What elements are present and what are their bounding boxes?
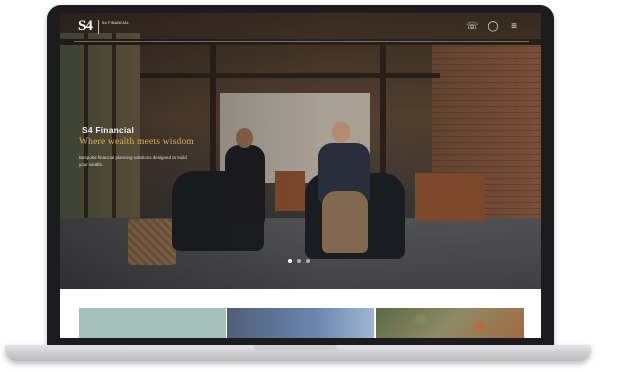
- laptop-notch: [253, 345, 337, 351]
- carousel-dot[interactable]: [288, 259, 292, 263]
- logo-subtitle: S4 FINANCIAL: [102, 21, 130, 25]
- feature-card[interactable]: [227, 308, 374, 338]
- hero-banner: S4 S4 FINANCIAL ☏ ◯ ≡ S4 Financial Where…: [60, 13, 541, 289]
- menu-icon[interactable]: ≡: [508, 21, 520, 33]
- logo-divider: [98, 20, 99, 34]
- phone-icon[interactable]: ☏: [466, 21, 479, 33]
- feature-card[interactable]: [79, 308, 226, 338]
- header-divider: [74, 41, 529, 42]
- hero-overlay: [60, 13, 541, 289]
- carousel-dot[interactable]: [297, 259, 301, 263]
- carousel-dot[interactable]: [306, 259, 310, 263]
- website-screen: S4 S4 FINANCIAL ☏ ◯ ≡ S4 Financial Where…: [60, 13, 541, 338]
- user-icon[interactable]: ◯: [487, 21, 499, 33]
- hero-body: Bespoke financial planning solutions des…: [79, 155, 187, 167]
- hero-brand: S4 Financial: [82, 125, 135, 135]
- feature-cards: [79, 308, 524, 338]
- hero-title: Where wealth meets wisdom: [79, 137, 195, 147]
- site-logo[interactable]: S4: [78, 18, 93, 35]
- carousel-dots: [288, 259, 310, 263]
- feature-card[interactable]: [376, 308, 524, 338]
